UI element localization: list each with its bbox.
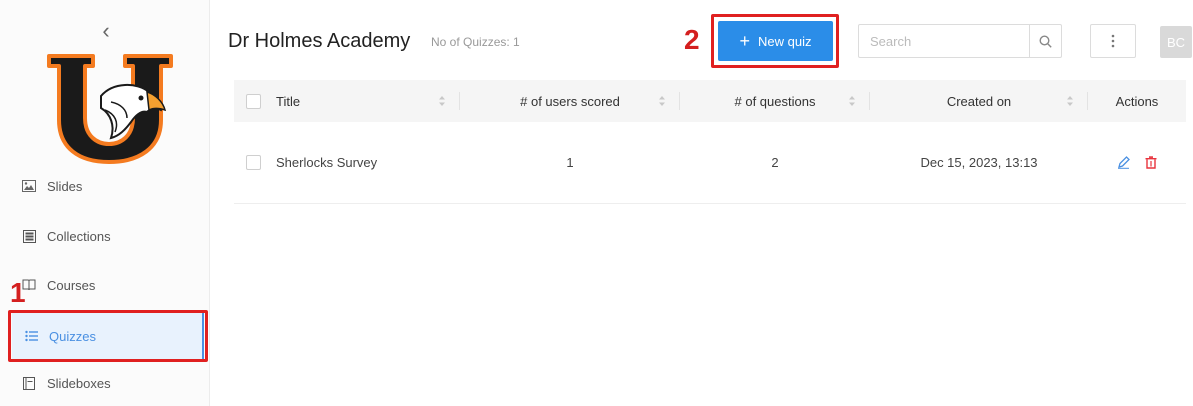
row-select-cell (234, 122, 272, 203)
search-input[interactable] (859, 25, 1029, 57)
sidebar-item-slideboxes[interactable]: Slideboxes (22, 369, 111, 397)
sidebar: ‹ Slides Collections Courses Quizzes Sli… (0, 0, 210, 406)
column-header-title[interactable]: Title (272, 80, 460, 122)
created-on: Dec 15, 2023, 13:13 (920, 155, 1038, 170)
column-label: # of questions (734, 93, 816, 109)
avatar[interactable]: BC (1160, 26, 1192, 58)
sidebar-item-slides[interactable]: Slides (22, 172, 82, 200)
users-scored: 1 (566, 155, 574, 170)
page-title: Dr Holmes Academy (228, 30, 411, 52)
column-header-actions: Actions (1088, 80, 1186, 122)
collections-icon (22, 229, 36, 243)
slidebox-icon (22, 376, 36, 390)
sidebar-item-label: Collections (47, 228, 111, 244)
column-label: Title (276, 93, 301, 109)
plus-icon: + (739, 31, 751, 51)
table-header: Title # of users scored # of questions C… (234, 80, 1186, 122)
delete-icon[interactable] (1143, 155, 1159, 171)
academy-logo (47, 54, 173, 164)
sidebar-item-label: Courses (47, 277, 96, 293)
column-label: Created on (946, 93, 1012, 109)
more-options-button[interactable] (1090, 24, 1136, 58)
search-box (858, 24, 1062, 58)
sidebar-item-label: Slides (47, 178, 83, 194)
sidebar-item-courses[interactable]: Courses (22, 271, 95, 299)
sort-icon (1067, 96, 1073, 106)
quizzes-table: Title # of users scored # of questions C… (234, 80, 1186, 204)
column-header-users-scored[interactable]: # of users scored (460, 80, 680, 122)
list-icon (24, 329, 38, 343)
column-label: Actions (1115, 93, 1159, 109)
quiz-title[interactable]: Sherlocks Survey (272, 122, 460, 203)
new-quiz-button[interactable]: + New quiz (718, 21, 833, 61)
column-header-questions[interactable]: # of questions (680, 80, 870, 122)
step-2-label: 2 (684, 24, 700, 55)
image-icon (22, 179, 36, 193)
quiz-count: No of Quizzes: 1 (431, 35, 520, 49)
search-icon (1039, 34, 1052, 48)
column-label: # of users scored (520, 93, 620, 109)
row-checkbox[interactable] (245, 155, 261, 170)
column-header-created-on[interactable]: Created on (870, 80, 1088, 122)
new-quiz-label: New quiz (758, 33, 812, 49)
collapse-sidebar-icon[interactable]: ‹ (96, 18, 116, 44)
sidebar-item-label: Slideboxes (47, 375, 111, 391)
sidebar-item-label: Quizzes (49, 328, 96, 344)
row-actions (1088, 122, 1186, 203)
more-vertical-icon (1111, 34, 1115, 48)
select-all-cell (234, 80, 272, 122)
sort-icon (659, 96, 665, 106)
questions-count: 2 (771, 155, 779, 170)
step-1-label: 1 (10, 277, 26, 308)
sort-icon (849, 96, 855, 106)
sort-icon (439, 96, 445, 106)
select-all-checkbox[interactable] (245, 93, 261, 109)
edit-icon[interactable] (1115, 155, 1131, 171)
active-indicator (202, 313, 204, 359)
search-button[interactable] (1029, 25, 1061, 57)
sidebar-item-collections[interactable]: Collections (22, 222, 111, 250)
sidebar-item-quizzes[interactable]: Quizzes (12, 313, 204, 359)
table-row[interactable]: Sherlocks Survey 1 2 Dec 15, 2023, 13:13 (234, 122, 1186, 204)
